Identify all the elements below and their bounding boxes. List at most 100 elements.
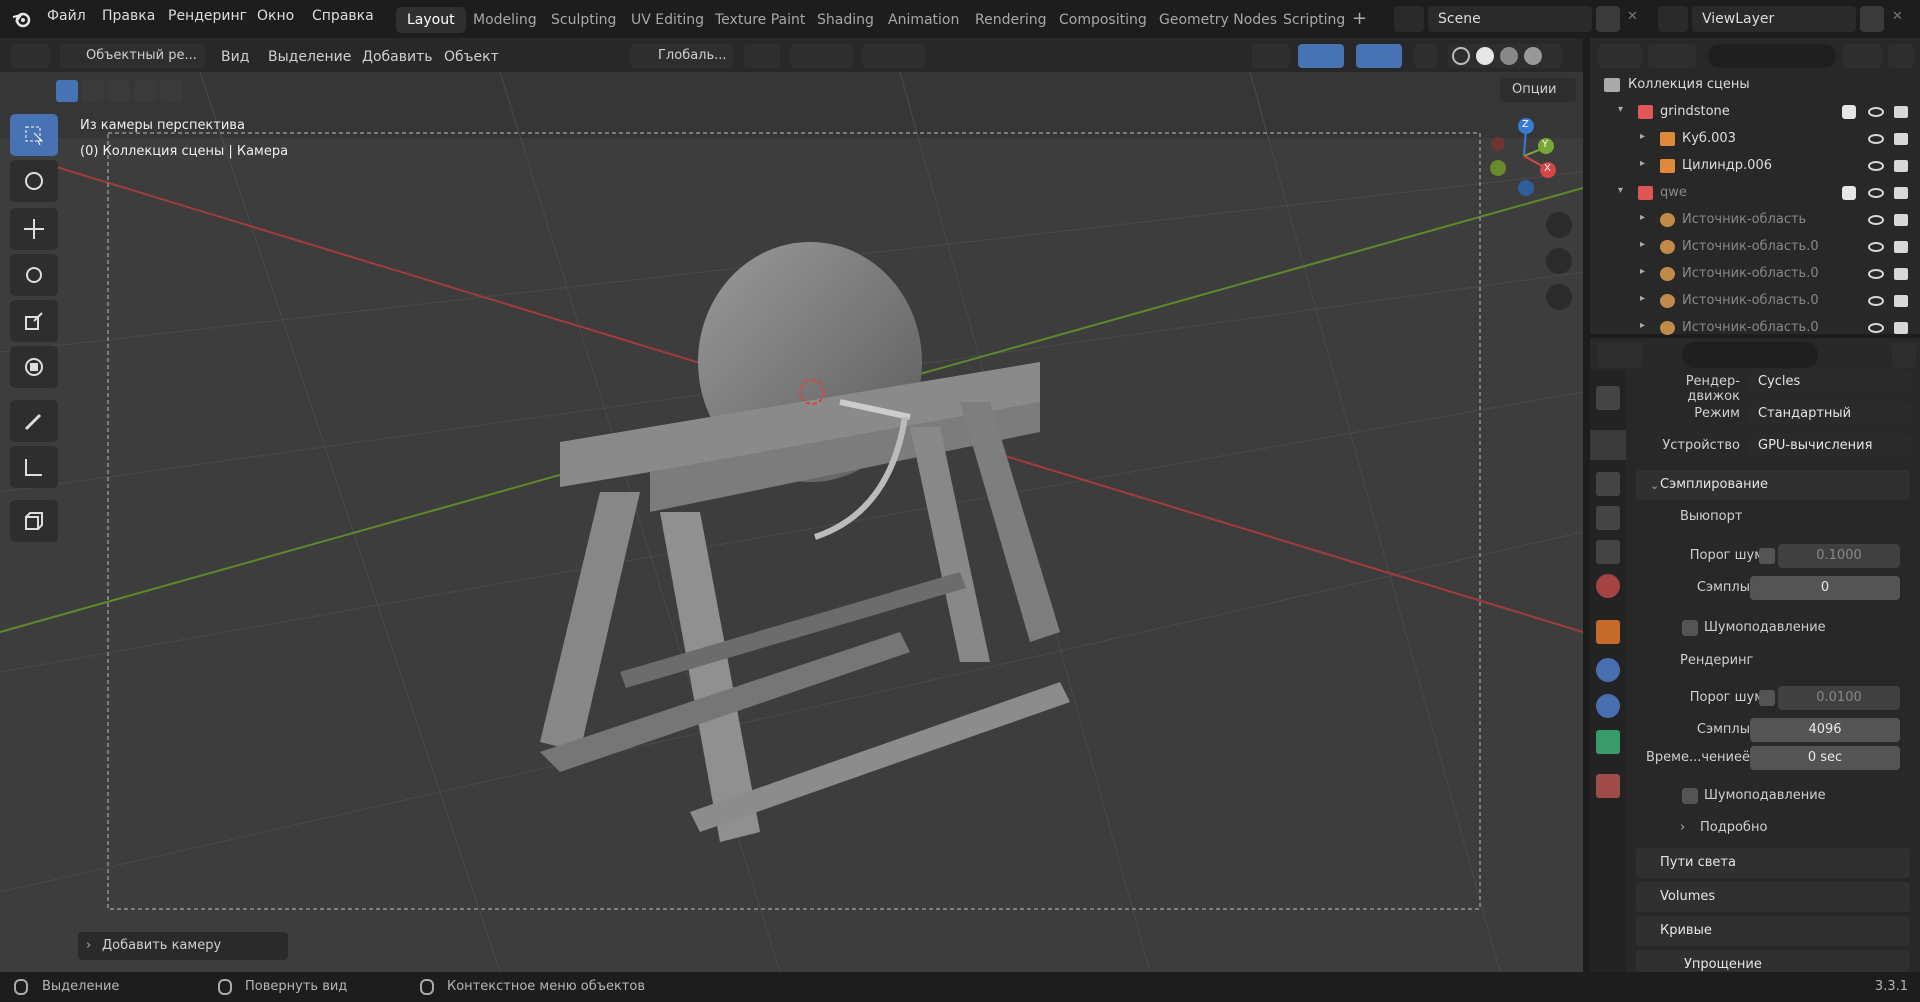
delete-view-layer-icon[interactable]: ✕ <box>1892 9 1903 24</box>
camera-render-icon[interactable] <box>1894 160 1908 172</box>
menu-window[interactable]: Окно <box>257 8 294 24</box>
viewport-noise-threshold-field[interactable]: 0.1000 <box>1778 544 1900 568</box>
measure-tool[interactable] <box>10 446 58 488</box>
proportional-edit-icon[interactable] <box>862 44 926 68</box>
snap-icon[interactable] <box>790 44 854 68</box>
outliner-object-row[interactable]: ▸ Источник-область.0 <box>1590 261 1920 288</box>
delete-scene-icon[interactable]: ✕ <box>1627 9 1638 24</box>
cursor-tool[interactable] <box>10 160 58 202</box>
tab-modeling[interactable]: Modeling <box>462 7 548 33</box>
eye-icon[interactable] <box>1868 323 1884 333</box>
annotate-tool[interactable] <box>10 400 58 442</box>
physics-tab-icon[interactable] <box>1596 694 1620 718</box>
operator-panel[interactable]: › Добавить камеру <box>78 932 288 960</box>
output-properties-tab-icon[interactable] <box>1596 472 1620 496</box>
view-layer-tab-icon[interactable] <box>1596 506 1620 530</box>
viewport-noise-threshold-checkbox[interactable] <box>1759 548 1775 564</box>
zoom-icon[interactable] <box>1546 212 1572 238</box>
viewport-subpanel-header[interactable]: Выюпорт <box>1650 502 1904 532</box>
chevron-right-icon[interactable]: ▸ <box>1640 131 1645 142</box>
eye-icon[interactable] <box>1868 215 1884 225</box>
solid-shading-icon[interactable] <box>1476 47 1494 65</box>
visibility-icon[interactable] <box>1252 44 1290 68</box>
outliner-collection-row[interactable]: ▾ grindstone <box>1590 99 1920 126</box>
texture-tab-icon[interactable] <box>1596 774 1620 798</box>
tab-texture-paint[interactable]: Texture Paint <box>704 7 816 33</box>
move-tool[interactable] <box>10 208 58 250</box>
chevron-right-icon[interactable]: ▸ <box>1640 266 1645 277</box>
outliner-object-row[interactable]: ▸ Цилиндр.006 <box>1590 153 1920 180</box>
new-collection-icon[interactable] <box>1888 44 1914 68</box>
menu-render[interactable]: Рендеринг <box>168 8 247 24</box>
menu-view[interactable]: Вид <box>221 44 249 70</box>
pivot-point-icon[interactable] <box>744 44 780 68</box>
transform-tool[interactable] <box>10 346 58 388</box>
render-properties-tab-icon[interactable] <box>1590 430 1626 460</box>
sampling-panel-header[interactable]: Сэмплирование <box>1636 470 1910 500</box>
chevron-right-icon[interactable]: ▸ <box>1640 293 1645 304</box>
eye-icon[interactable] <box>1868 188 1884 198</box>
modifiers-tab-icon[interactable] <box>1596 658 1620 682</box>
tab-geometry-nodes[interactable]: Geometry Nodes <box>1148 7 1288 33</box>
outliner-object-row[interactable]: ▸ Источник-область <box>1590 207 1920 234</box>
object-data-tab-icon[interactable] <box>1596 730 1620 754</box>
tab-uv-editing[interactable]: UV Editing <box>620 7 715 33</box>
chevron-right-icon[interactable]: ▸ <box>1640 320 1645 331</box>
outliner-object-row[interactable]: ▸ Куб.003 <box>1590 126 1920 153</box>
blender-logo-icon[interactable] <box>12 9 32 29</box>
pan-hand-icon[interactable] <box>1546 248 1572 274</box>
editor-type-button[interactable] <box>10 44 50 68</box>
rendered-shading-icon[interactable] <box>1524 47 1542 65</box>
outliner-search-input[interactable] <box>1708 44 1836 68</box>
scene-name-field[interactable]: Scene <box>1428 6 1592 32</box>
camera-render-icon[interactable] <box>1894 187 1908 199</box>
select-box-tool[interactable] <box>10 114 58 156</box>
outliner[interactable]: Коллекция сцены ▾ grindstone ▸ Куб.003 ▸ Цили… <box>1590 38 1920 335</box>
properties-search-input[interactable] <box>1682 342 1818 368</box>
view-layer-selector-button[interactable] <box>1658 6 1688 32</box>
chevron-down-icon[interactable]: ▾ <box>1618 104 1623 115</box>
time-limit-field[interactable]: 0 sec <box>1750 746 1900 770</box>
render-denoise-row[interactable]: Шумоподавление <box>1636 782 1920 810</box>
menu-select[interactable]: Выделение <box>268 44 351 70</box>
render-denoise-checkbox[interactable] <box>1682 788 1698 804</box>
camera-render-icon[interactable] <box>1894 322 1908 334</box>
render-samples-field[interactable]: 4096 <box>1750 718 1900 742</box>
eye-icon[interactable] <box>1868 242 1884 252</box>
chevron-right-icon[interactable]: ▸ <box>1640 158 1645 169</box>
properties-editor-type-button[interactable] <box>1598 342 1642 368</box>
render-noise-threshold-checkbox[interactable] <box>1759 690 1775 706</box>
volumes-panel-header[interactable]: Volumes <box>1636 882 1910 912</box>
wireframe-shading-icon[interactable] <box>1452 47 1470 65</box>
view-layer-field[interactable]: ViewLayer <box>1692 6 1856 32</box>
scene-selector-button[interactable] <box>1394 6 1424 32</box>
camera-render-icon[interactable] <box>1894 133 1908 145</box>
overlay-toggle-icon[interactable] <box>1356 44 1402 68</box>
outliner-root-row[interactable]: Коллекция сцены <box>1590 72 1920 99</box>
tab-shading[interactable]: Shading <box>806 7 885 33</box>
camera-view-icon[interactable] <box>1546 284 1572 310</box>
viewport-denoise-row[interactable]: Шумоподавление <box>1636 614 1920 642</box>
render-noise-threshold-field[interactable]: 0.0100 <box>1778 686 1900 710</box>
tool-properties-tab-icon[interactable] <box>1596 386 1620 410</box>
rotate-tool[interactable] <box>10 254 58 296</box>
add-cube-tool[interactable] <box>10 500 58 542</box>
outliner-object-row[interactable]: ▸ Источник-область.0 <box>1590 234 1920 261</box>
eye-icon[interactable] <box>1868 269 1884 279</box>
scale-tool[interactable] <box>10 300 58 342</box>
chevron-down-icon[interactable]: ▾ <box>1618 185 1623 196</box>
menu-object[interactable]: Объект <box>444 44 499 70</box>
tab-scripting[interactable]: Scripting <box>1272 7 1356 33</box>
tab-rendering[interactable]: Rendering <box>964 7 1058 33</box>
material-shading-icon[interactable] <box>1500 47 1518 65</box>
outliner-editor-type-button[interactable] <box>1598 44 1642 68</box>
tab-animation[interactable]: Animation <box>877 7 970 33</box>
camera-render-icon[interactable] <box>1894 214 1908 226</box>
camera-render-icon[interactable] <box>1894 295 1908 307</box>
new-scene-icon[interactable] <box>1596 6 1620 32</box>
device-dropdown[interactable]: GPU-вычисления <box>1748 434 1912 458</box>
render-subpanel-header[interactable]: Рендеринг <box>1650 646 1904 676</box>
eye-icon[interactable] <box>1868 134 1884 144</box>
properties-options-icon[interactable] <box>1892 342 1916 368</box>
collection-exclude-checkbox[interactable] <box>1842 186 1856 200</box>
